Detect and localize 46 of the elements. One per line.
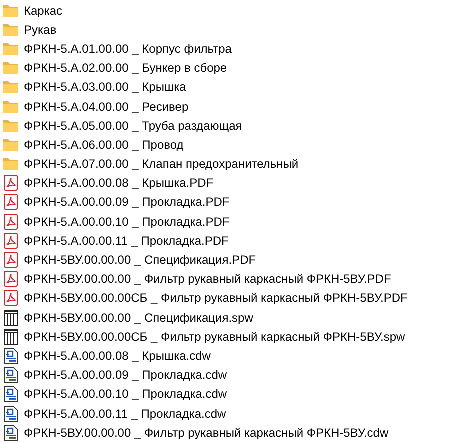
file-name[interactable]: ФРКН-5ВУ.00.00.00 _ Спецификация.spw [24, 310, 254, 325]
file-name[interactable]: Каркас [24, 4, 63, 18]
file-name[interactable]: ФРКН-5.А.05.00.00 _ Труба раздающая [24, 118, 242, 133]
file-name[interactable]: ФРКН-5.А.00.00.09 _ Прокладка.PDF [24, 195, 230, 210]
file-name[interactable]: ФРКН-5.А.03.00.00 _ Крышка [24, 80, 186, 94]
folder-icon [3, 4, 19, 18]
file-name[interactable]: ФРКН-5.А.00.00.09 _ Прокладка.cdw [24, 368, 228, 382]
table-document-icon [3, 328, 19, 345]
drawing-document-icon [3, 386, 19, 402]
drawing-document-icon [3, 424, 19, 441]
folder-icon [3, 100, 19, 114]
folder-icon [3, 157, 19, 172]
file-name[interactable]: ФРКН-5.А.04.00.00 _ Ресивер [24, 100, 189, 114]
pdf-file-icon [3, 232, 19, 249]
file-name[interactable]: ФРКН-5ВУ.00.00.00 _ Фильтр рукавный каркасный ФРКН-5ВУ.PDF [24, 272, 392, 286]
file-name[interactable]: ФРКН-5.А.01.00.00 _ Корпус фильтра [24, 42, 232, 56]
folder-icon [3, 61, 19, 76]
folder-icon [3, 80, 19, 94]
pdf-file-icon [3, 214, 19, 230]
file-name[interactable]: ФРКН-5ВУ.00.00.00 _ Спецификация.PDF [24, 253, 256, 268]
file-name[interactable]: ФРКН-5.А.06.00.00 _ Провод [24, 138, 184, 152]
pdf-file-icon [3, 290, 19, 306]
folder-icon [3, 42, 19, 56]
pdf-file-icon [3, 271, 19, 288]
drawing-document-icon [3, 406, 19, 422]
file-name[interactable]: ФРКН-5.А.00.00.08 _ Крышка.PDF [24, 176, 214, 190]
folder-icon [3, 118, 19, 133]
file-name[interactable]: ФРКН-5.А.00.00.10 _ Прокладка.PDF [24, 214, 230, 229]
file-name[interactable]: ФРКН-5ВУ.00.00.00СБ _ Фильтр рукавный каркасный ФРКН-5ВУ.spw [24, 330, 406, 344]
pdf-file-icon [3, 175, 19, 192]
file-name[interactable]: ФРКН-5ВУ.00.00.00СБ _ Фильтр рукавный каркасный ФРКН-5ВУ.PDF [24, 291, 408, 306]
pdf-file-icon [3, 252, 19, 268]
pdf-file-icon [3, 194, 19, 210]
file-name[interactable]: Рукав [24, 22, 57, 37]
file-name[interactable]: ФРКН-5.А.00.00.11 _ Прокладка.PDF [24, 234, 229, 248]
file-name[interactable]: ФРКН-5.А.00.00.08 _ Крышка.cdw [24, 348, 211, 363]
file-name[interactable]: ФРКН-5.А.00.00.11 _ Прокладка.cdw [24, 406, 226, 421]
file-name[interactable]: ФРКН-5.А.02.00.00 _ Бункер в сборе [24, 61, 228, 76]
folder-icon [3, 138, 19, 152]
file-name[interactable]: ФРКН-5ВУ.00.00.00 _ Фильтр рукавный каркасный ФРКН-5ВУ.cdw [24, 426, 389, 440]
file-name[interactable]: ФРКН-5.А.07.00.00 _ Клапан предохранительный [24, 157, 299, 172]
drawing-document-icon [3, 348, 19, 364]
folder-icon [3, 22, 19, 37]
table-document-icon [3, 310, 19, 326]
file-name[interactable]: ФРКН-5.А.00.00.10 _ Прокладка.cdw [24, 387, 228, 402]
drawing-document-icon [3, 367, 19, 384]
